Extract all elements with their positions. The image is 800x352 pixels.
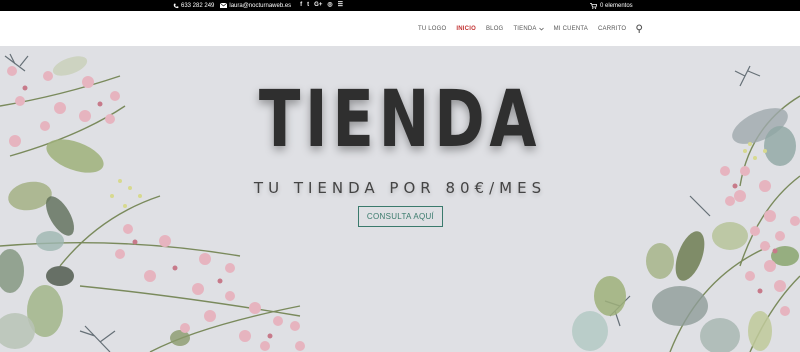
phone-icon <box>173 3 179 8</box>
rss-icon[interactable]: ☰ <box>338 0 343 11</box>
hero-subtitle: TU TIENDA POR 80€/MES <box>253 179 547 197</box>
facebook-icon[interactable]: f <box>300 0 302 11</box>
cart-icon <box>590 2 597 9</box>
nav-item-logo[interactable]: TU LOGO <box>418 26 446 32</box>
chevron-down-icon <box>538 27 544 31</box>
hero-section: TIENDA TU TIENDA POR 80€/MES CONSULTA AQ… <box>0 46 800 352</box>
top-bar: 633 282 249 laura@nocturnaweb.es f t G+ … <box>0 0 800 11</box>
google-plus-icon[interactable]: G+ <box>314 0 322 11</box>
phone-item[interactable]: 633 282 249 <box>173 3 214 9</box>
search-icon[interactable] <box>636 23 644 34</box>
nav-item-tienda-label: TIENDA <box>513 25 537 32</box>
nav-item-tienda[interactable]: TIENDA <box>513 25 544 32</box>
hero-title: TIENDA <box>258 75 542 165</box>
email-item[interactable]: laura@nocturnaweb.es <box>220 3 291 9</box>
email-address: laura@nocturnaweb.es <box>229 2 292 9</box>
consulta-button[interactable]: CONSULTA AQUÍ <box>358 206 443 227</box>
nav-item-blog[interactable]: BLOG <box>486 26 503 32</box>
email-icon <box>220 3 228 8</box>
nav-item-carrito[interactable]: CARRITO <box>598 26 626 32</box>
social-links: f t G+ ◎ ☰ <box>300 0 343 11</box>
twitter-icon[interactable]: t <box>307 0 309 11</box>
instagram-icon[interactable]: ◎ <box>327 0 332 11</box>
cart-link[interactable]: 0 elementos <box>590 0 633 11</box>
nav-item-inicio[interactable]: INICIO <box>456 26 476 32</box>
phone-number: 633 282 249 <box>181 2 215 9</box>
nav-item-mi-cuenta[interactable]: MI CUENTA <box>554 26 588 32</box>
site-header: TU LOGO INICIO BLOG TIENDA MI CUENTA CAR… <box>0 11 800 46</box>
main-nav: TU LOGO INICIO BLOG TIENDA MI CUENTA CAR… <box>418 11 644 46</box>
contact-info: 633 282 249 laura@nocturnaweb.es f t G+ … <box>173 0 343 11</box>
cart-count: 0 elementos <box>600 2 633 9</box>
